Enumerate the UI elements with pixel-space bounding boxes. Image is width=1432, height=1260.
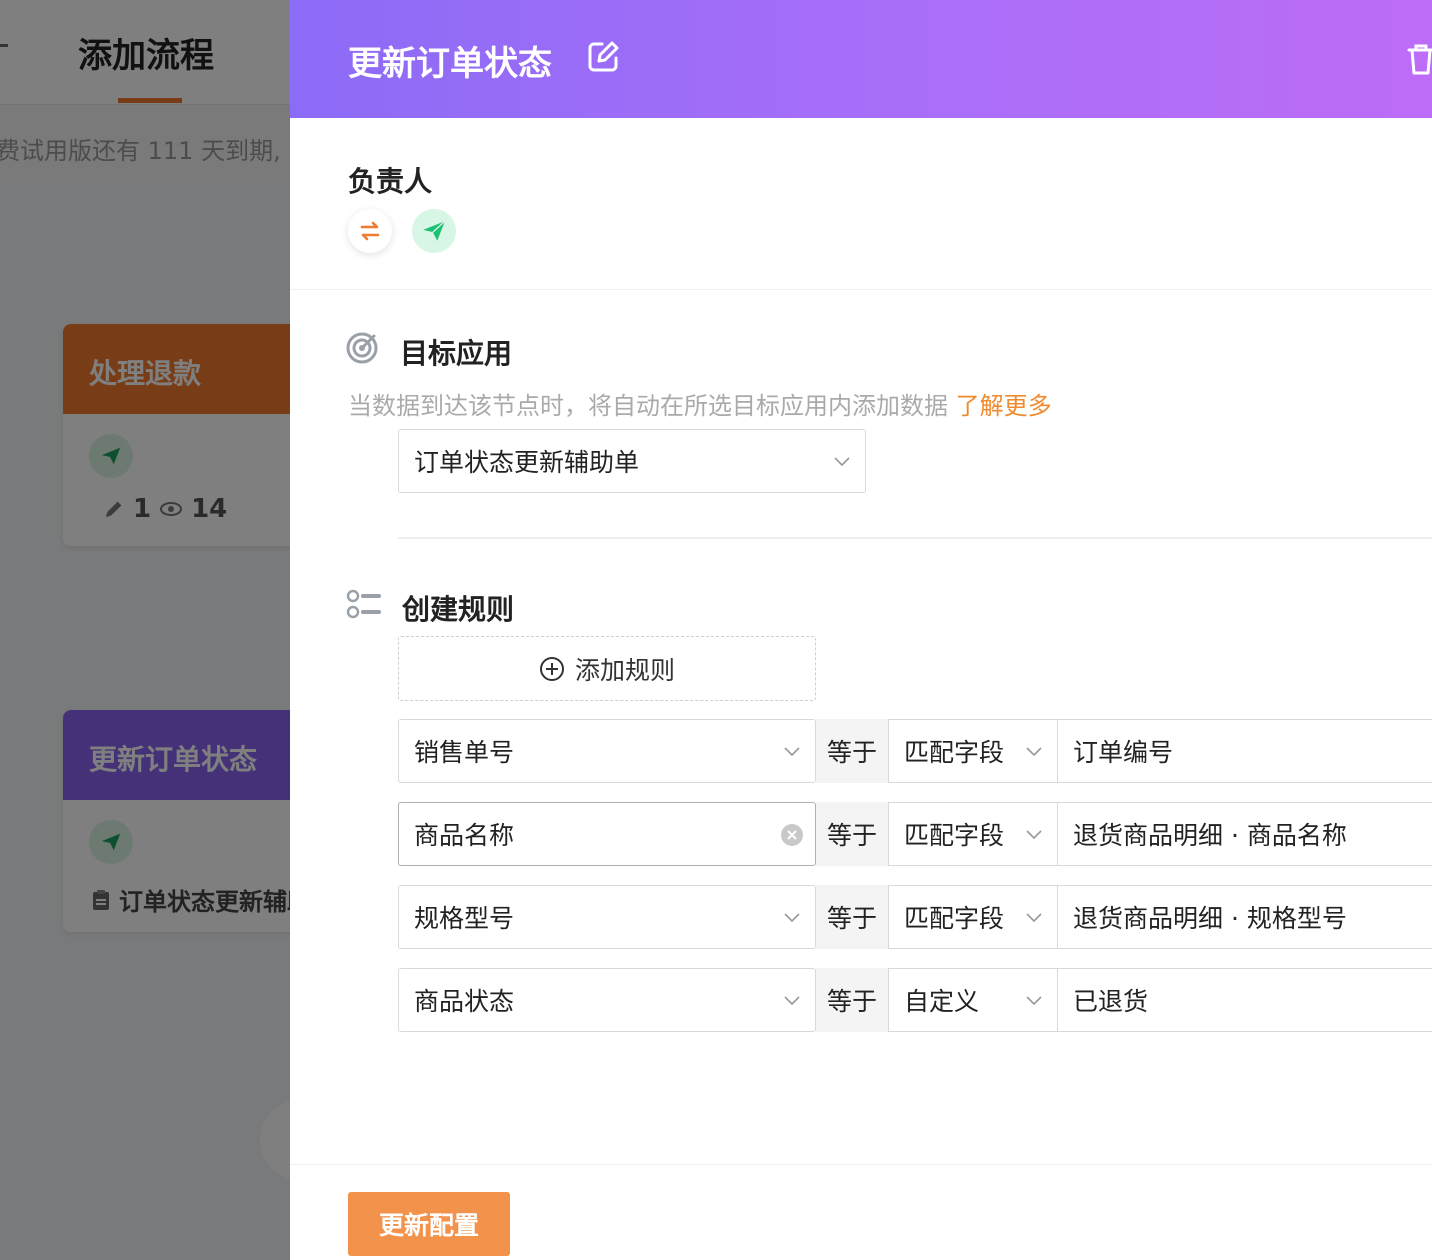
rule-value-select[interactable]: 已退货 [1057, 968, 1432, 1032]
list-icon [346, 588, 382, 624]
section-divider [290, 289, 1432, 290]
rule-value-select[interactable]: 退货商品明细 · 商品名称 [1057, 802, 1432, 866]
rule-operator: 等于 [816, 719, 888, 783]
trash-icon[interactable] [1406, 42, 1432, 80]
chevron-down-icon [784, 996, 800, 1006]
rule-mode-select[interactable]: 匹配字段 [888, 802, 1058, 866]
chevron-down-icon [1026, 913, 1042, 923]
drawer-header: 更新订单状态 [290, 0, 1432, 118]
rule-operator: 等于 [816, 802, 888, 866]
rule-value-select[interactable]: 退货商品明细 · 规格型号 [1057, 885, 1432, 949]
rule-mode-select[interactable]: 自定义 [888, 968, 1058, 1032]
swap-icon[interactable] [348, 209, 392, 253]
target-app-description: 当数据到达该节点时，将自动在所选目标应用内添加数据 了解更多 [348, 392, 1052, 420]
rule-field-select[interactable]: 销售单号 [398, 719, 816, 783]
rule-field-select[interactable]: 规格型号 [398, 885, 816, 949]
edit-icon[interactable] [586, 40, 620, 78]
rule-mode-select[interactable]: 匹配字段 [888, 719, 1058, 783]
owner-label: 负责人 [348, 165, 433, 198]
rule-value-select[interactable]: 订单编号 [1057, 719, 1432, 783]
rule-mode-select[interactable]: 匹配字段 [888, 885, 1058, 949]
rule-operator: 等于 [816, 968, 888, 1032]
rule-operator: 等于 [816, 885, 888, 949]
footer-divider [290, 1164, 1432, 1165]
select-value: 订单状态更新辅助单 [414, 448, 640, 477]
chevron-down-icon [784, 747, 800, 757]
chevron-down-icon [784, 913, 800, 923]
rule-field-select[interactable]: 商品状态 [398, 968, 816, 1032]
chevron-down-icon [1026, 996, 1042, 1006]
drawer-title: 更新订单状态 [348, 44, 552, 84]
chevron-down-icon [1026, 747, 1042, 757]
add-rule-button[interactable]: 添加规则 [398, 636, 816, 701]
update-config-button[interactable]: 更新配置 [348, 1192, 510, 1256]
learn-more-link[interactable]: 了解更多 [956, 392, 1052, 420]
clear-icon[interactable] [781, 824, 803, 846]
rule-field-select[interactable]: 商品名称 [398, 802, 816, 866]
plus-circle-icon [539, 656, 564, 681]
chevron-down-icon [1026, 830, 1042, 840]
paper-plane-icon[interactable] [412, 209, 456, 253]
config-drawer: 更新订单状态 负责人 目标应用 当数据到达该节点时，将自动在所选目标应用内添加数… [290, 0, 1432, 1260]
target-icon [346, 332, 378, 368]
section-divider [398, 537, 1432, 539]
target-app-select[interactable]: 订单状态更新辅助单 [398, 429, 866, 493]
target-app-label: 目标应用 [400, 337, 513, 370]
chevron-down-icon [834, 457, 850, 467]
create-rules-label: 创建规则 [402, 593, 515, 626]
